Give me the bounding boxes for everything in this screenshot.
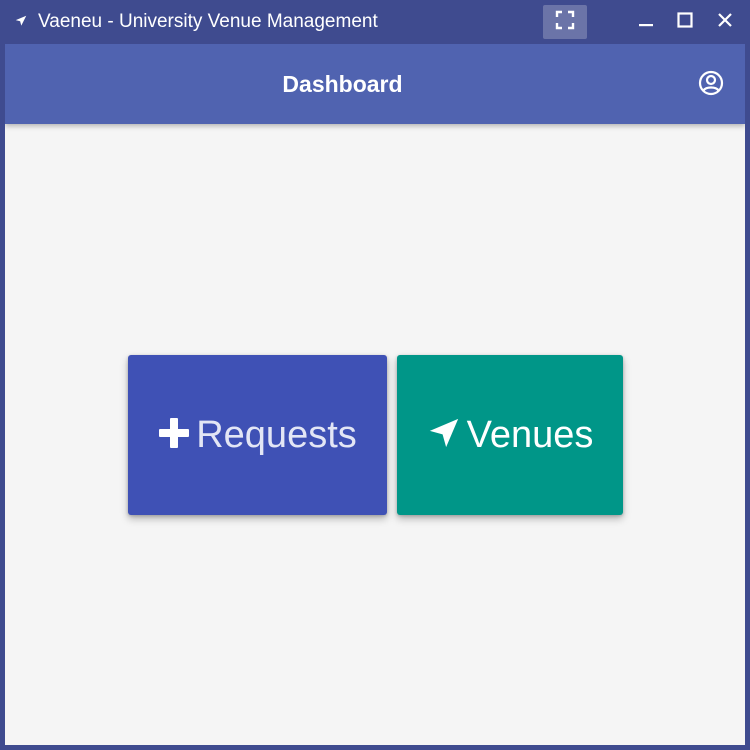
fullscreen-icon xyxy=(555,10,575,35)
venues-tile-button[interactable]: Venues xyxy=(397,355,623,515)
close-icon xyxy=(717,12,733,33)
account-button[interactable] xyxy=(697,70,725,101)
requests-tile-label: Requests xyxy=(196,414,357,456)
venues-tile-label: Venues xyxy=(466,414,594,456)
navigation-arrow-icon xyxy=(427,416,461,455)
app-content: Dashboard Requests Venues xyxy=(5,44,745,745)
requests-tile-button[interactable]: Requests xyxy=(128,355,387,515)
fullscreen-button[interactable] xyxy=(543,5,587,39)
window-titlebar[interactable]: Vaeneu - University Venue Management xyxy=(0,0,750,44)
minimize-icon xyxy=(638,12,654,33)
app-window: Vaeneu - University Venue Management Das… xyxy=(0,0,750,750)
minimize-button[interactable] xyxy=(632,8,660,36)
close-button[interactable] xyxy=(711,8,739,36)
app-toolbar: Dashboard xyxy=(5,44,745,124)
window-title: Vaeneu - University Venue Management xyxy=(38,11,378,32)
maximize-icon xyxy=(677,11,693,33)
maximize-button[interactable] xyxy=(671,8,699,36)
account-circle-icon xyxy=(698,70,724,101)
plus-icon xyxy=(158,417,190,454)
page-title: Dashboard xyxy=(282,71,403,97)
navigation-arrow-icon xyxy=(14,14,28,28)
